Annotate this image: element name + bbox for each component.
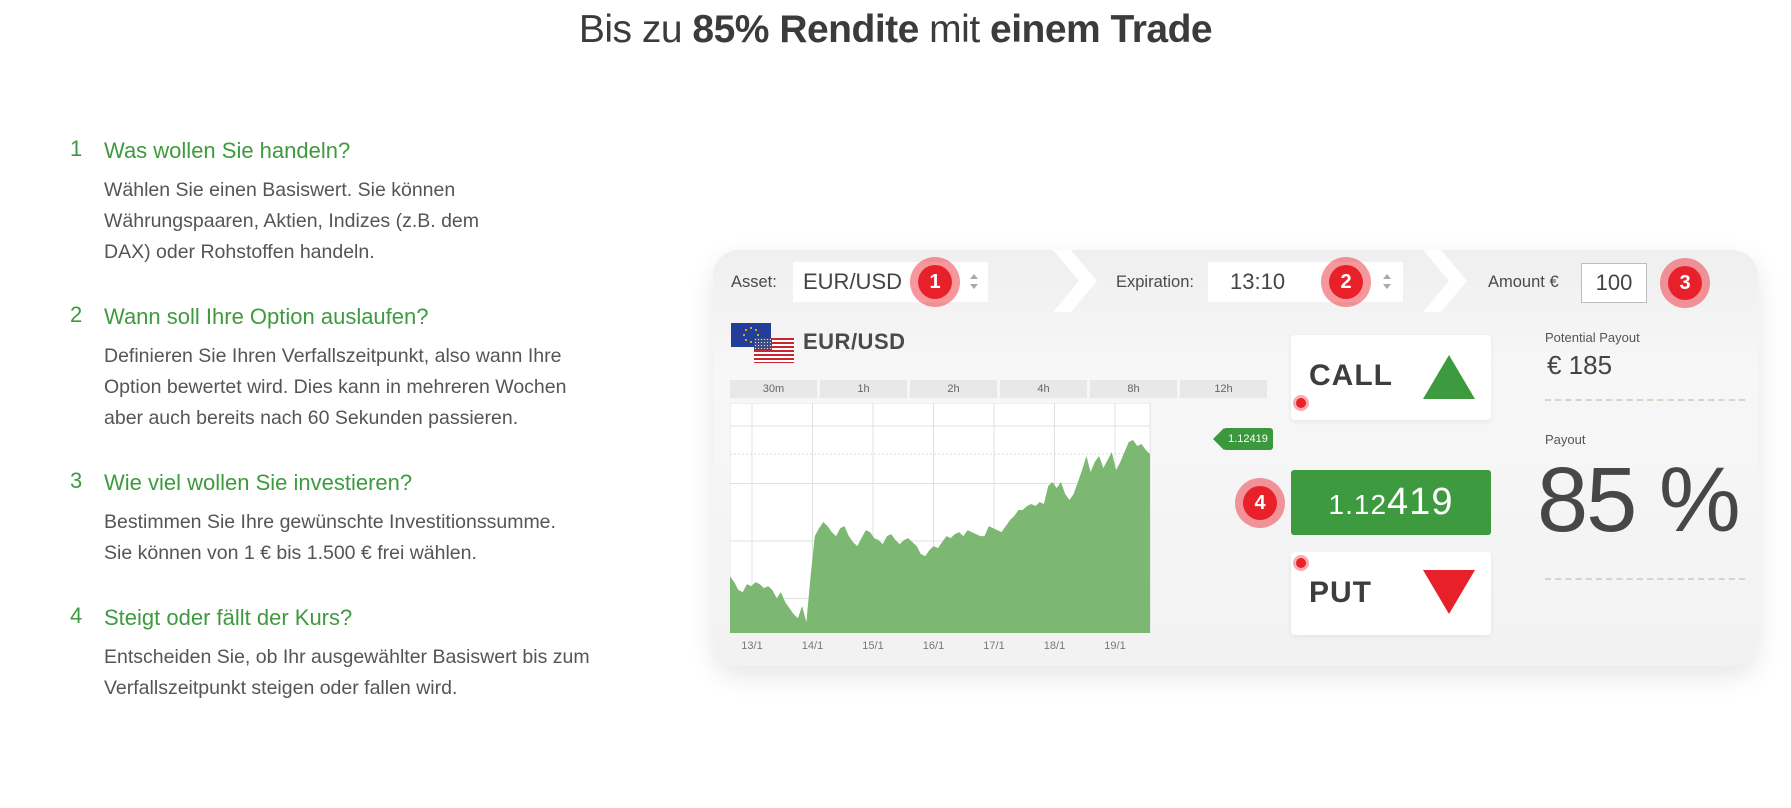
put-button[interactable]: PUT (1291, 552, 1491, 635)
order-bar: Asset: EUR/USD 1 Expiration: 13:10 2 Amo… (713, 250, 1758, 312)
current-price-marker: 1.12419 (1213, 428, 1273, 450)
price-prefix: 1.12 (1328, 489, 1388, 520)
headline-middle: mit (918, 8, 990, 51)
tab-timeframe-1h[interactable]: 1h (820, 380, 907, 398)
potential-payout-label: Potential Payout (1545, 330, 1640, 345)
step-item: 1 Was wollen Sie handeln? Wählen Sie ein… (70, 136, 590, 268)
headline-prefix: Bis zu (578, 8, 693, 51)
tab-timeframe-2h[interactable]: 2h (910, 380, 997, 398)
step-item: 4 Steigt oder fällt der Kurs? Entscheide… (70, 603, 590, 704)
step-title: Steigt oder fällt der Kurs? (104, 605, 353, 630)
us-flag-icon (754, 338, 794, 363)
x-tick-label: 15/1 (862, 640, 884, 652)
chevron-right-icon (1423, 250, 1467, 312)
current-price-display: 1.12419 (1291, 470, 1491, 535)
steps-list: 1 Was wollen Sie handeln? Wählen Sie ein… (70, 136, 590, 738)
put-label: PUT (1309, 576, 1372, 609)
step-item: 2 Wann soll Ihre Option auslaufen? Defin… (70, 302, 590, 434)
current-price-label: 1.12419 (1223, 428, 1273, 450)
step-title: Wann soll Ihre Option auslaufen? (104, 304, 429, 329)
asset-label: Asset: (731, 273, 777, 291)
step-badge-2: 2 (1321, 257, 1371, 307)
step-item: 3 Wie viel wollen Sie investieren? Besti… (70, 468, 590, 569)
step-body: Definieren Sie Ihren Verfallszeitpunkt, … (104, 345, 567, 429)
step-badge-3: 3 (1660, 258, 1710, 308)
step-body: Bestimmen Sie Ihre gewünschte Investitio… (104, 511, 556, 564)
payout-value: 85 % (1537, 449, 1741, 551)
step-title: Was wollen Sie handeln? (104, 138, 351, 163)
chart-x-axis: 13/1 14/1 15/1 16/1 17/1 18/1 19/1 (730, 640, 1212, 656)
step-badge-1: 1 (910, 257, 960, 307)
asset-spinner-icon[interactable] (970, 262, 980, 302)
tab-timeframe-8h[interactable]: 8h (1090, 380, 1177, 398)
step-number: 3 (70, 468, 83, 493)
payout-label: Payout (1545, 432, 1586, 447)
call-button[interactable]: CALL (1291, 335, 1491, 420)
step-title: Wie viel wollen Sie investieren? (104, 470, 413, 495)
expiration-spinner-icon[interactable] (1383, 262, 1393, 302)
arrow-down-icon (1423, 570, 1475, 614)
headline-bold-trade: einem Trade (990, 8, 1213, 51)
x-tick-label: 13/1 (741, 640, 763, 652)
call-label: CALL (1309, 359, 1393, 392)
tab-timeframe-4h[interactable]: 4h (1000, 380, 1087, 398)
arrow-up-icon (1423, 355, 1475, 399)
divider (1545, 578, 1745, 580)
step-number: 2 (70, 302, 83, 327)
amount-label: Amount € (1488, 273, 1559, 291)
step-number: 4 (70, 603, 83, 628)
step-number: 1 (70, 136, 83, 161)
expiration-label: Expiration: (1116, 273, 1194, 291)
trading-widget: Asset: EUR/USD 1 Expiration: 13:10 2 Amo… (713, 250, 1758, 666)
headline-bold-return: 85% Rendite (692, 8, 919, 51)
amount-input[interactable]: 100 (1581, 263, 1647, 303)
x-tick-label: 16/1 (922, 640, 945, 652)
price-suffix: 419 (1387, 481, 1454, 523)
step-body: Wählen Sie einen Basiswert. Sie können W… (104, 179, 480, 263)
timeframe-tabs: 30m 1h 2h 4h 8h 12h (730, 380, 1270, 398)
indicator-dot (1293, 395, 1309, 411)
price-chart (730, 403, 1151, 633)
x-tick-label: 19/1 (1104, 640, 1126, 652)
asset-name: EUR/USD (803, 329, 906, 354)
potential-payout-value: € 185 (1547, 350, 1613, 380)
chevron-right-icon (1053, 250, 1097, 312)
x-tick-label: 14/1 (801, 640, 824, 652)
expiration-select[interactable]: 13:10 (1208, 262, 1403, 302)
tab-timeframe-12h[interactable]: 12h (1180, 380, 1267, 398)
x-tick-label: 18/1 (1043, 640, 1066, 652)
page-headline: Bis zu 85% Rendite mit einem Trade (0, 8, 1791, 52)
divider (1545, 399, 1745, 401)
x-tick-label: 17/1 (983, 640, 1005, 652)
indicator-dot (1293, 555, 1309, 571)
step-badge-4: 4 (1235, 478, 1285, 528)
step-body: Entscheiden Sie, ob Ihr ausgewählter Bas… (104, 646, 590, 699)
tab-timeframe-30m[interactable]: 30m (730, 380, 817, 398)
payout-panel: Potential Payout € 185 Payout 85 % (1537, 330, 1750, 650)
